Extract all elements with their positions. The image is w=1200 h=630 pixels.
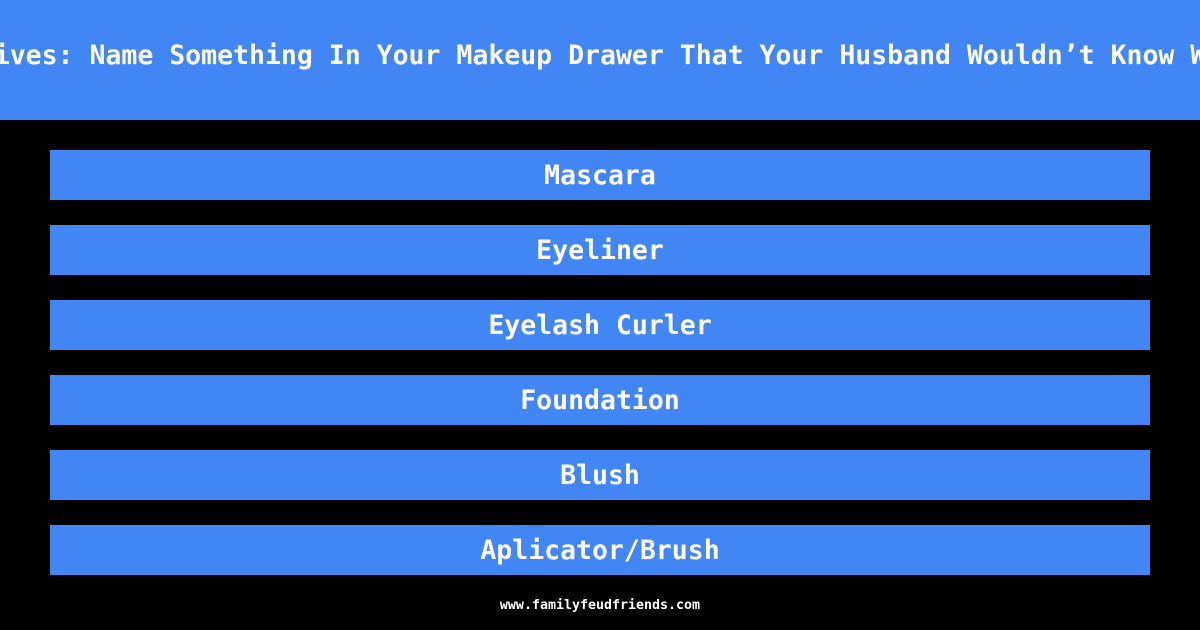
question-header: ives: Name Something In Your Makeup Draw… [0,0,1200,120]
answer-item: Eyeliner [50,225,1150,275]
question-title: ives: Name Something In Your Makeup Draw… [0,39,1200,71]
answer-item: Eyelash Curler [50,300,1150,350]
answer-item: Mascara [50,150,1150,200]
answer-item: Blush [50,450,1150,500]
answer-item: Aplicator/Brush [50,525,1150,575]
site-url: www.familyfeudfriends.com [499,598,701,613]
answer-item: Foundation [50,375,1150,425]
answer-list: Mascara Eyeliner Eyelash Curler Foundati… [50,150,1150,600]
